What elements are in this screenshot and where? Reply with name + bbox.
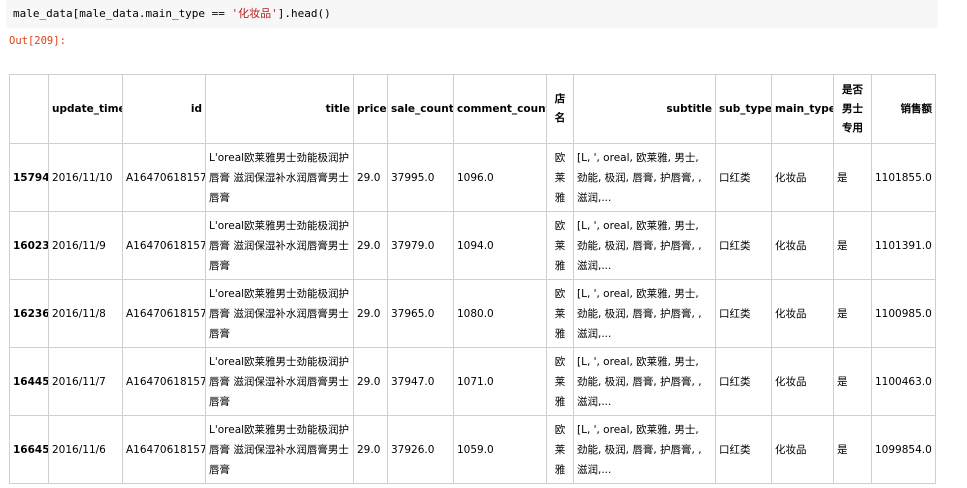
- table-row: 16023 2016/11/9 A16470618157 L'oreal欧莱雅男…: [9, 211, 936, 280]
- row-index: 16645: [9, 415, 49, 484]
- cell-sale-count: 37947.0: [387, 347, 454, 416]
- code-string-literal: '化妆品': [231, 7, 278, 20]
- cell-comment-count: 1059.0: [453, 415, 547, 484]
- row-index: 16445: [9, 347, 49, 416]
- cell-sale-count: 37995.0: [387, 143, 454, 212]
- col-header-index: [9, 74, 49, 144]
- cell-male-only: 是: [833, 279, 872, 348]
- cell-sub-type: 口红类: [715, 279, 772, 348]
- cell-sales: 1101855.0: [871, 143, 936, 212]
- row-index: 16236: [9, 279, 49, 348]
- cell-title: L'oreal欧莱雅男士劲能极润护唇膏 滋润保湿补水润唇膏男士唇膏: [205, 415, 354, 484]
- cell-price: 29.0: [353, 211, 388, 280]
- cell-sale-count: 37965.0: [387, 279, 454, 348]
- table-row: 16236 2016/11/8 A16470618157 L'oreal欧莱雅男…: [9, 279, 936, 348]
- cell-comment-count: 1071.0: [453, 347, 547, 416]
- cell-male-only: 是: [833, 415, 872, 484]
- cell-sale-count: 37979.0: [387, 211, 454, 280]
- cell-shop: 欧莱雅: [546, 143, 574, 212]
- cell-sales: 1100985.0: [871, 279, 936, 348]
- code-input-cell[interactable]: male_data[male_data.main_type == '化妆品'].…: [6, 0, 938, 28]
- cell-main-type: 化妆品: [771, 347, 834, 416]
- cell-price: 29.0: [353, 279, 388, 348]
- cell-sale-count: 37926.0: [387, 415, 454, 484]
- cell-male-only: 是: [833, 347, 872, 416]
- cell-id: A16470618157: [122, 211, 206, 280]
- cell-sub-type: 口红类: [715, 415, 772, 484]
- cell-title: L'oreal欧莱雅男士劲能极润护唇膏 滋润保湿补水润唇膏男士唇膏: [205, 279, 354, 348]
- dataframe-table: update_time id title price sale_count co…: [9, 74, 936, 484]
- cell-sales: 1101391.0: [871, 211, 936, 280]
- col-header-subtitle: subtitle: [573, 74, 716, 144]
- col-header-update-time: update_time: [48, 74, 123, 144]
- cell-main-type: 化妆品: [771, 279, 834, 348]
- row-index: 15794: [9, 143, 49, 212]
- col-header-title: title: [205, 74, 354, 144]
- cell-id: A16470618157: [122, 347, 206, 416]
- cell-subtitle: [L, ', oreal, 欧莱雅, 男士, 劲能, 极润, 唇膏, 护唇膏, …: [573, 211, 716, 280]
- cell-subtitle: [L, ', oreal, 欧莱雅, 男士, 劲能, 极润, 唇膏, 护唇膏, …: [573, 279, 716, 348]
- table-row: 16445 2016/11/7 A16470618157 L'oreal欧莱雅男…: [9, 347, 936, 416]
- row-index: 16023: [9, 211, 49, 280]
- cell-main-type: 化妆品: [771, 211, 834, 280]
- cell-shop: 欧莱雅: [546, 211, 574, 280]
- cell-update-time: 2016/11/8: [48, 279, 123, 348]
- col-header-male-only: 是否男士专用: [833, 74, 872, 144]
- cell-male-only: 是: [833, 211, 872, 280]
- cell-subtitle: [L, ', oreal, 欧莱雅, 男士, 劲能, 极润, 唇膏, 护唇膏, …: [573, 143, 716, 212]
- cell-sales: 1100463.0: [871, 347, 936, 416]
- cell-main-type: 化妆品: [771, 415, 834, 484]
- cell-sub-type: 口红类: [715, 143, 772, 212]
- header-row: update_time id title price sale_count co…: [9, 74, 936, 144]
- cell-shop: 欧莱雅: [546, 415, 574, 484]
- cell-sub-type: 口红类: [715, 211, 772, 280]
- cell-update-time: 2016/11/10: [48, 143, 123, 212]
- cell-title: L'oreal欧莱雅男士劲能极润护唇膏 滋润保湿补水润唇膏男士唇膏: [205, 211, 354, 280]
- cell-price: 29.0: [353, 143, 388, 212]
- cell-update-time: 2016/11/6: [48, 415, 123, 484]
- col-header-comment-count: comment_count: [453, 74, 547, 144]
- col-header-sub-type: sub_type: [715, 74, 772, 144]
- col-header-main-type: main_type: [771, 74, 834, 144]
- cell-price: 29.0: [353, 347, 388, 416]
- cell-shop: 欧莱雅: [546, 347, 574, 416]
- code-suffix: ].head(): [277, 7, 331, 20]
- cell-main-type: 化妆品: [771, 143, 834, 212]
- cell-shop: 欧莱雅: [546, 279, 574, 348]
- cell-male-only: 是: [833, 143, 872, 212]
- dataframe-output: update_time id title price sale_count co…: [9, 74, 936, 484]
- cell-update-time: 2016/11/9: [48, 211, 123, 280]
- cell-sales: 1099854.0: [871, 415, 936, 484]
- cell-id: A16470618157: [122, 143, 206, 212]
- cell-title: L'oreal欧莱雅男士劲能极润护唇膏 滋润保湿补水润唇膏男士唇膏: [205, 347, 354, 416]
- cell-comment-count: 1080.0: [453, 279, 547, 348]
- col-header-sale-count: sale_count: [387, 74, 454, 144]
- cell-update-time: 2016/11/7: [48, 347, 123, 416]
- cell-comment-count: 1096.0: [453, 143, 547, 212]
- col-header-price: price: [353, 74, 388, 144]
- cell-title: L'oreal欧莱雅男士劲能极润护唇膏 滋润保湿补水润唇膏男士唇膏: [205, 143, 354, 212]
- code-prefix: male_data[male_data.main_type ==: [13, 7, 232, 20]
- cell-sub-type: 口红类: [715, 347, 772, 416]
- cell-price: 29.0: [353, 415, 388, 484]
- cell-id: A16470618157: [122, 415, 206, 484]
- output-prompt: Out[209]:: [9, 35, 66, 47]
- col-header-shop: 店名: [546, 74, 574, 144]
- cell-id: A16470618157: [122, 279, 206, 348]
- cell-subtitle: [L, ', oreal, 欧莱雅, 男士, 劲能, 极润, 唇膏, 护唇膏, …: [573, 347, 716, 416]
- table-row: 16645 2016/11/6 A16470618157 L'oreal欧莱雅男…: [9, 415, 936, 484]
- cell-subtitle: [L, ', oreal, 欧莱雅, 男士, 劲能, 极润, 唇膏, 护唇膏, …: [573, 415, 716, 484]
- table-row: 15794 2016/11/10 A16470618157 L'oreal欧莱雅…: [9, 143, 936, 212]
- col-header-id: id: [122, 74, 206, 144]
- col-header-sales: 销售额: [871, 74, 936, 144]
- cell-comment-count: 1094.0: [453, 211, 547, 280]
